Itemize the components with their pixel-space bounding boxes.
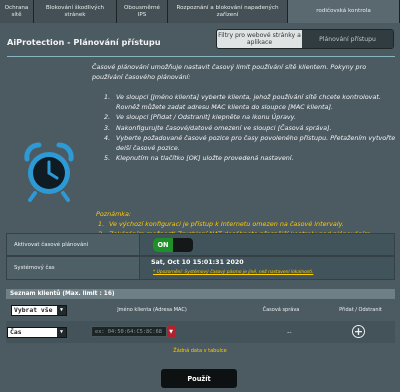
step-text: Ve sloupci [Přidat / Odstranit] klepněte… bbox=[116, 113, 296, 122]
add-client-icon[interactable]: + bbox=[352, 325, 365, 338]
chevron-down-icon: ▼ bbox=[57, 327, 66, 337]
mac-dropdown-button[interactable]: ▼ bbox=[167, 326, 175, 337]
note-number: 1. bbox=[98, 220, 105, 228]
timezone-warning-link[interactable]: * Upozornění: Systémový časový pásmo je … bbox=[153, 270, 313, 275]
tab-parental-control[interactable]: rodičovská kontrola bbox=[288, 0, 400, 23]
add-client-row: Čas ▼ ex: 04:50:64:C5:8C:68 ▼ -- + bbox=[6, 321, 395, 343]
system-time-row: Systémový čas Sat, Oct 10 15:01:31 2020 … bbox=[6, 256, 395, 280]
column-add-remove: Přidat / Odstranit bbox=[339, 307, 382, 313]
chevron-down-icon: ▼ bbox=[57, 305, 66, 315]
page-title: AiProtection - Plánování přístupu bbox=[7, 37, 161, 47]
intro-text: Časové plánování umožňuje nastavit časov… bbox=[92, 63, 367, 81]
note-text: Ve výchozí konfiguraci je přístup k Inte… bbox=[109, 220, 344, 228]
step-number: 3. bbox=[104, 123, 111, 132]
tab-malicious-sites[interactable]: Blokování škodlivých stránek bbox=[34, 0, 117, 23]
system-time-value-cell: Sat, Oct 10 15:01:31 2020 * Upozornění: … bbox=[140, 257, 394, 279]
step-text: Ve sloupci [Jméno klienta] vyberte klien… bbox=[116, 93, 381, 112]
instruction-steps: 1. Ve sloupci [Jméno klienta] vyberte kli… bbox=[104, 92, 396, 163]
list-item: 1. Ve sloupci [Jméno klienta] vyberte kli… bbox=[104, 92, 396, 112]
mode-switch: Filtry pro webové stránky a aplikace Plá… bbox=[216, 29, 394, 49]
column-time-management: Časová správa bbox=[262, 307, 300, 313]
enable-scheduling-toggle[interactable]: ON bbox=[153, 238, 193, 252]
system-time-label: Systémový čas bbox=[7, 257, 140, 279]
enable-scheduling-value: ON bbox=[140, 234, 394, 255]
toggle-on-label: ON bbox=[153, 238, 173, 252]
client-dropdown[interactable]: Čas ▼ bbox=[7, 326, 67, 338]
mac-address-input[interactable]: ex: 04:50:64:C5:8C:68 bbox=[91, 326, 167, 337]
tab-infected-devices[interactable]: Rozpoznání a blokování napadených zaříze… bbox=[168, 0, 288, 23]
divider bbox=[7, 56, 395, 57]
column-select: Vybrat vše ▼ bbox=[6, 299, 68, 321]
select-all-dropdown[interactable]: Vybrat vše ▼ bbox=[11, 304, 67, 316]
select-all-value: Vybrat vše bbox=[14, 306, 53, 314]
system-time-value: Sat, Oct 10 15:01:31 2020 bbox=[151, 259, 244, 266]
client-list-heading: Seznam klientů (Max. limit : 16) bbox=[6, 289, 395, 299]
column-client-name: Jméno klienta (Adresa MAC) bbox=[117, 307, 187, 313]
list-item: 4. Vyberte požadované časové pozice pro č… bbox=[104, 133, 396, 153]
list-item: 2. Ve sloupci [Přidat / Odstranit] klepně… bbox=[104, 112, 396, 122]
client-list-header-row: Vybrat vše ▼ Jméno klienta (Adresa MAC) … bbox=[6, 299, 395, 321]
client-select-cell: Čas ▼ bbox=[6, 321, 68, 343]
step-number: 5. bbox=[104, 154, 111, 163]
list-item: 1. Ve výchozí konfiguraci je přístup k In… bbox=[98, 220, 396, 230]
note-heading: Poznámka: bbox=[96, 210, 132, 218]
main-panel: AiProtection - Plánování přístupu Filtry… bbox=[0, 23, 400, 392]
client-dropdown-value: Čas bbox=[10, 328, 22, 336]
enable-scheduling-row: Aktivovat časové plánování ON bbox=[6, 233, 395, 256]
list-item: 3. Nakonfigurujte časové/datové omezení v… bbox=[104, 123, 396, 133]
tab-network-protection[interactable]: Ochrana sítě bbox=[0, 0, 34, 23]
step-number: 4. bbox=[104, 133, 111, 142]
time-management-placeholder: -- bbox=[287, 328, 292, 336]
alarm-clock-icon bbox=[24, 142, 74, 202]
step-text: Klepnutím na tlačítko [OK] uložte proved… bbox=[116, 154, 294, 163]
tab-two-way-ips[interactable]: Obousměrné IPS bbox=[117, 0, 168, 23]
top-tab-strip: Ochrana sítě Blokování škodlivých stráne… bbox=[0, 0, 400, 23]
apply-button[interactable]: Použít bbox=[161, 369, 237, 388]
time-scheduling-button[interactable]: Plánování přístupu bbox=[302, 30, 393, 48]
enable-scheduling-label: Aktivovat časové plánování bbox=[7, 234, 140, 255]
web-app-filters-button[interactable]: Filtry pro webové stránky a aplikace bbox=[217, 30, 303, 48]
list-item: 5. Klepnutím na tlačítko [OK] uložte prov… bbox=[104, 153, 396, 163]
step-number: 1. bbox=[104, 93, 111, 101]
step-number: 2. bbox=[104, 113, 111, 122]
step-text: Nakonfigurujte časové/datové omezení ve … bbox=[116, 123, 332, 132]
empty-table-message: Žádná data v tabulce bbox=[173, 348, 227, 354]
step-text: Vyberte požadované časové pozice pro čas… bbox=[116, 133, 396, 153]
